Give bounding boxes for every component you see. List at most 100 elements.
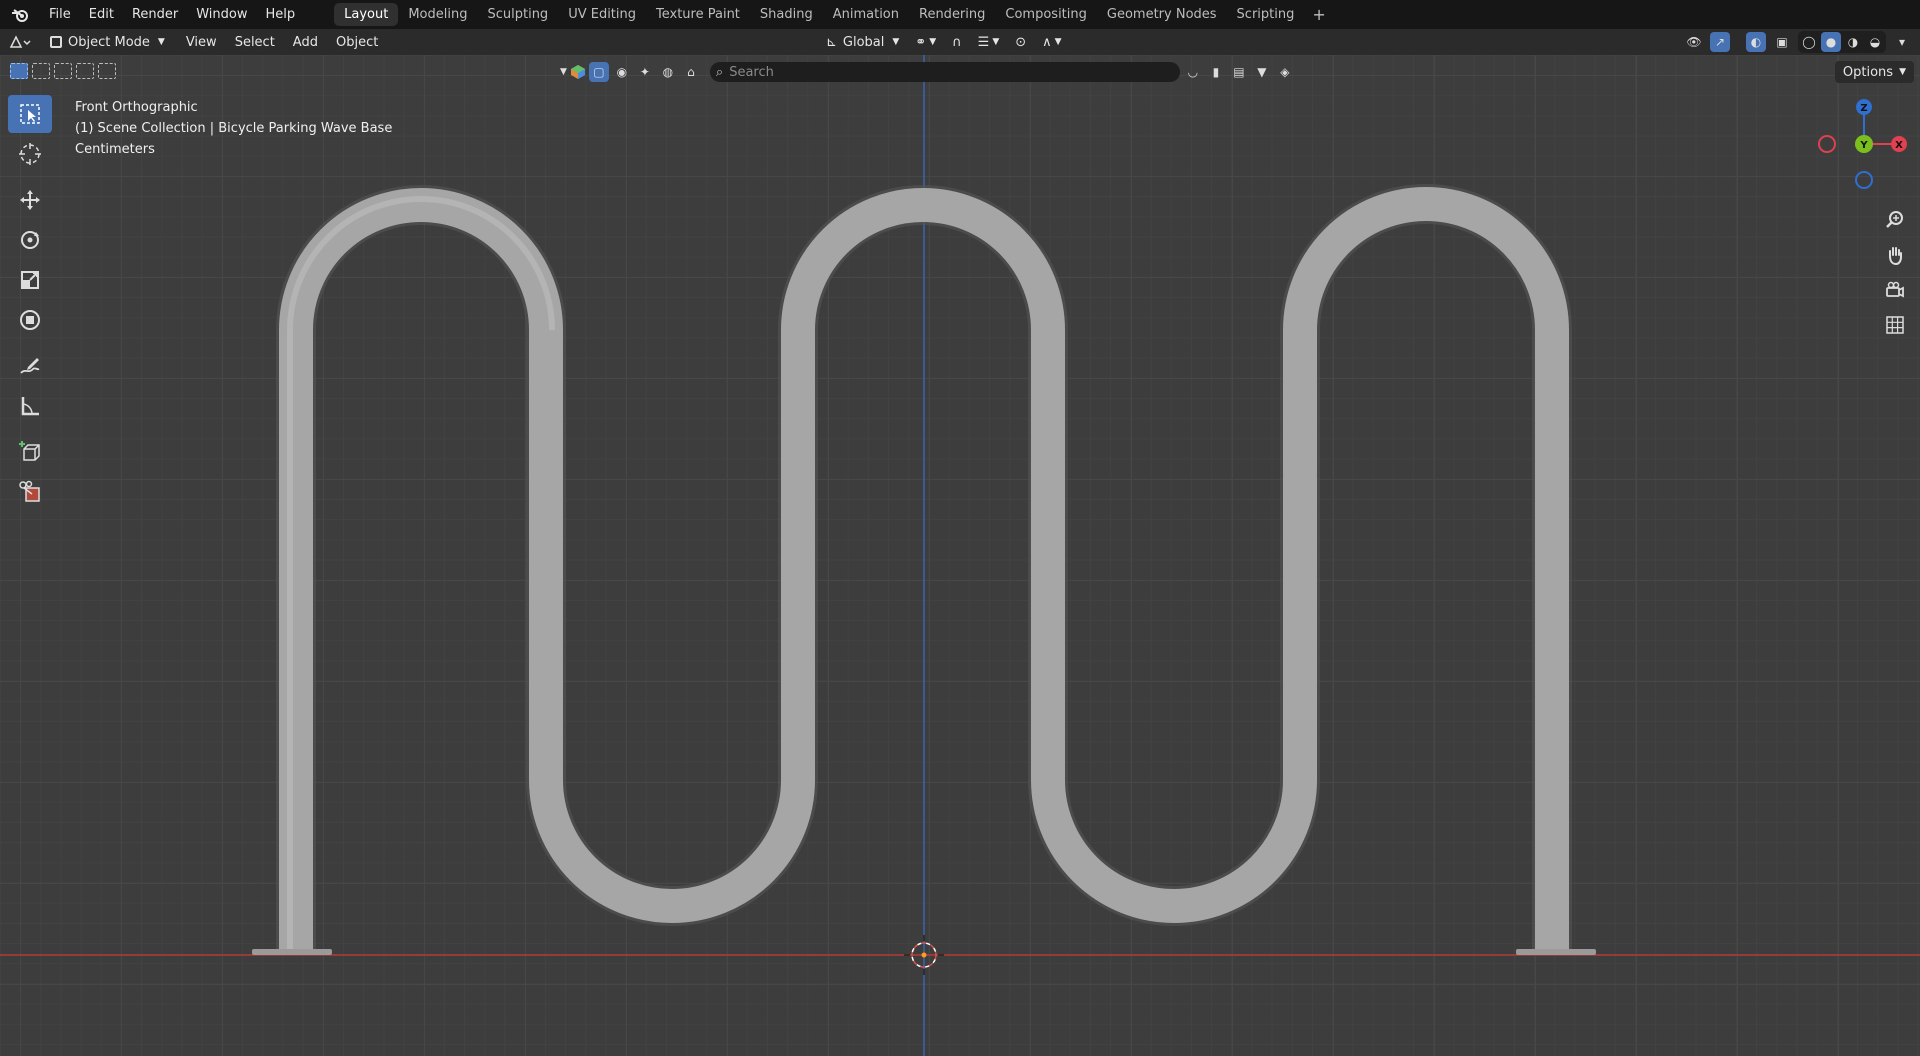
menu-view[interactable]: View [177, 35, 226, 50]
material-shading-icon[interactable]: ◑ [1843, 32, 1863, 52]
right-base-plate [1516, 949, 1596, 955]
editor-type-icon[interactable] [0, 31, 40, 53]
menu-help[interactable]: Help [257, 0, 305, 29]
top-bar: File Edit Render Window Help Layout Mode… [0, 0, 1920, 29]
transform-tool-icon[interactable] [8, 301, 52, 339]
search-input[interactable]: ⌕ Search [709, 62, 1180, 82]
proportional-icon: ⊙ [1015, 34, 1027, 50]
neg-z-axis-gizmo-ball[interactable] [1855, 171, 1873, 189]
mode-dropdown[interactable]: Object Mode ▼ [44, 32, 171, 52]
menu-object[interactable]: Object [327, 35, 387, 50]
add-cube-tool-icon[interactable] [8, 433, 52, 471]
gizmo-y-label: Y [1859, 140, 1868, 151]
proportional-edit-toggle[interactable]: ⊙ [1009, 32, 1032, 52]
tab-scripting[interactable]: Scripting [1227, 3, 1305, 26]
funnel-filter-icon[interactable]: ▼ [1252, 62, 1272, 82]
xray-toggle-icon[interactable]: ▣ [1772, 32, 1792, 52]
rotate-tool-icon[interactable] [8, 221, 52, 259]
pivot-point-dropdown[interactable]: ⚭ ▼ [909, 32, 942, 52]
filter-dropdown-icon[interactable]: ◡ [1183, 62, 1203, 82]
gizmo-x-label: X [1895, 140, 1903, 151]
camera-view-icon[interactable] [1880, 275, 1910, 305]
bookmark-icon[interactable]: ▮ [1206, 62, 1226, 82]
chevron-down-icon[interactable]: ▼ [560, 67, 567, 77]
shield-icon[interactable]: ◈ [1275, 62, 1295, 82]
options-dropdown[interactable]: Options ▼ [1834, 61, 1914, 83]
mesh-filter-icon[interactable]: ◉ [612, 62, 632, 82]
tab-geometry-nodes[interactable]: Geometry Nodes [1097, 3, 1227, 26]
grid-ortho-toggle-icon[interactable] [1880, 310, 1910, 340]
menu-render[interactable]: Render [123, 0, 187, 29]
tab-rendering[interactable]: Rendering [909, 3, 995, 26]
chevron-down-icon: ▼ [929, 37, 937, 47]
wireframe-shading-icon[interactable]: ◯ [1799, 32, 1819, 52]
snap-increment-icon: ☰ [977, 34, 990, 50]
menu-window[interactable]: Window [187, 0, 256, 29]
gizmo-z-label: Z [1860, 103, 1867, 114]
select-subtract-icon[interactable] [54, 63, 72, 79]
tool-shelf [8, 95, 54, 513]
chevron-down-icon: ▼ [892, 37, 900, 47]
navigation-gizmo[interactable]: Z Y X [1818, 99, 1907, 189]
3d-cursor-icon[interactable] [904, 935, 944, 975]
scene-collection-icon[interactable] [570, 64, 586, 80]
chevron-down-icon: ▼ [1899, 67, 1906, 77]
solid-shading-icon[interactable]: ● [1821, 32, 1841, 52]
tab-animation[interactable]: Animation [823, 3, 909, 26]
outliner-filter-bar: ▼ ▢ ◉ ✦ ◍ ⌂ ⌕ Search ◡ ▮ ▤ ▼ ◈ [560, 61, 1295, 83]
transform-orientation-dropdown[interactable]: ⊾ Global ▼ [820, 32, 905, 52]
add-workspace-button[interactable]: + [1304, 5, 1333, 24]
selection-mode-group [10, 63, 116, 79]
snap-toggle[interactable]: ∩ [946, 32, 968, 52]
cursor-tool-icon[interactable] [8, 135, 52, 173]
scene-canvas: Z Y X [0, 55, 1920, 1056]
tab-layout[interactable]: Layout [334, 3, 399, 26]
select-new-icon[interactable] [10, 63, 28, 79]
world-filter-icon[interactable]: ◍ [658, 62, 678, 82]
light-filter-icon[interactable]: ✦ [635, 62, 655, 82]
menu-add[interactable]: Add [284, 35, 327, 50]
shading-options-icon[interactable]: ▾ [1892, 32, 1912, 52]
tab-modeling[interactable]: Modeling [398, 3, 477, 26]
tab-shading[interactable]: Shading [750, 3, 823, 26]
neg-x-axis-gizmo-ball[interactable] [1818, 135, 1836, 153]
tab-uv-editing[interactable]: UV Editing [558, 3, 646, 26]
falloff-curve-icon: ∧ [1042, 34, 1052, 50]
falloff-dropdown[interactable]: ∧ ▼ [1036, 32, 1067, 52]
annotate-tool-icon[interactable] [8, 347, 52, 385]
blender-logo-icon[interactable] [0, 0, 40, 29]
viewport-info-overlay: Front Orthographic (1) Scene Collection … [75, 97, 392, 160]
collection-info: (1) Scene Collection | Bicycle Parking W… [75, 121, 393, 136]
measure-tool-icon[interactable] [8, 387, 52, 425]
snap-target-dropdown[interactable]: ☰ ▼ [972, 32, 1006, 52]
tab-compositing[interactable]: Compositing [995, 3, 1097, 26]
move-tool-icon[interactable] [8, 181, 52, 219]
tab-texture-paint[interactable]: Texture Paint [646, 3, 750, 26]
tab-sculpting[interactable]: Sculpting [477, 3, 558, 26]
rendered-shading-icon[interactable]: ◒ [1865, 32, 1885, 52]
viewport-header: Object Mode ▼ View Select Add Object ⊾ G… [0, 29, 1920, 55]
camera-filter-icon[interactable]: ⌂ [681, 62, 701, 82]
menu-file[interactable]: File [40, 0, 80, 29]
object-filter-icon[interactable]: ▢ [588, 62, 609, 82]
3d-viewport[interactable]: Z Y X ▼ ▢ ◉ ✦ ◍ ⌂ ⌕ Search ◡ ▮ ▤ ▼ ◈ Opt… [0, 55, 1920, 1056]
visibility-icon[interactable]: 👁 [1684, 32, 1704, 52]
select-intersect-icon[interactable] [98, 63, 116, 79]
display-mode-icon[interactable]: ▤ [1229, 62, 1249, 82]
select-box-tool-icon[interactable] [8, 95, 52, 133]
overlay-toggle-icon[interactable]: ◐ [1746, 32, 1766, 52]
pan-hand-icon[interactable] [1880, 240, 1910, 270]
scale-tool-icon[interactable] [8, 261, 52, 299]
pivot-icon: ⚭ [915, 34, 927, 50]
header-right-tools: 👁 ↗ ◐ ▣ ◯ ● ◑ ◒ ▾ [1684, 29, 1912, 55]
cut-tool-icon[interactable] [8, 473, 52, 511]
menu-select[interactable]: Select [226, 35, 284, 50]
chevron-down-icon: ▼ [157, 37, 165, 47]
zoom-icon[interactable] [1880, 205, 1910, 235]
menu-edit[interactable]: Edit [80, 0, 123, 29]
shading-mode-group: ◯ ● ◑ ◒ [1798, 31, 1886, 53]
select-invert-icon[interactable] [76, 63, 94, 79]
select-extend-icon[interactable] [32, 63, 50, 79]
view-name: Front Orthographic [75, 100, 198, 115]
gizmo-toggle-icon[interactable]: ↗ [1710, 32, 1730, 52]
